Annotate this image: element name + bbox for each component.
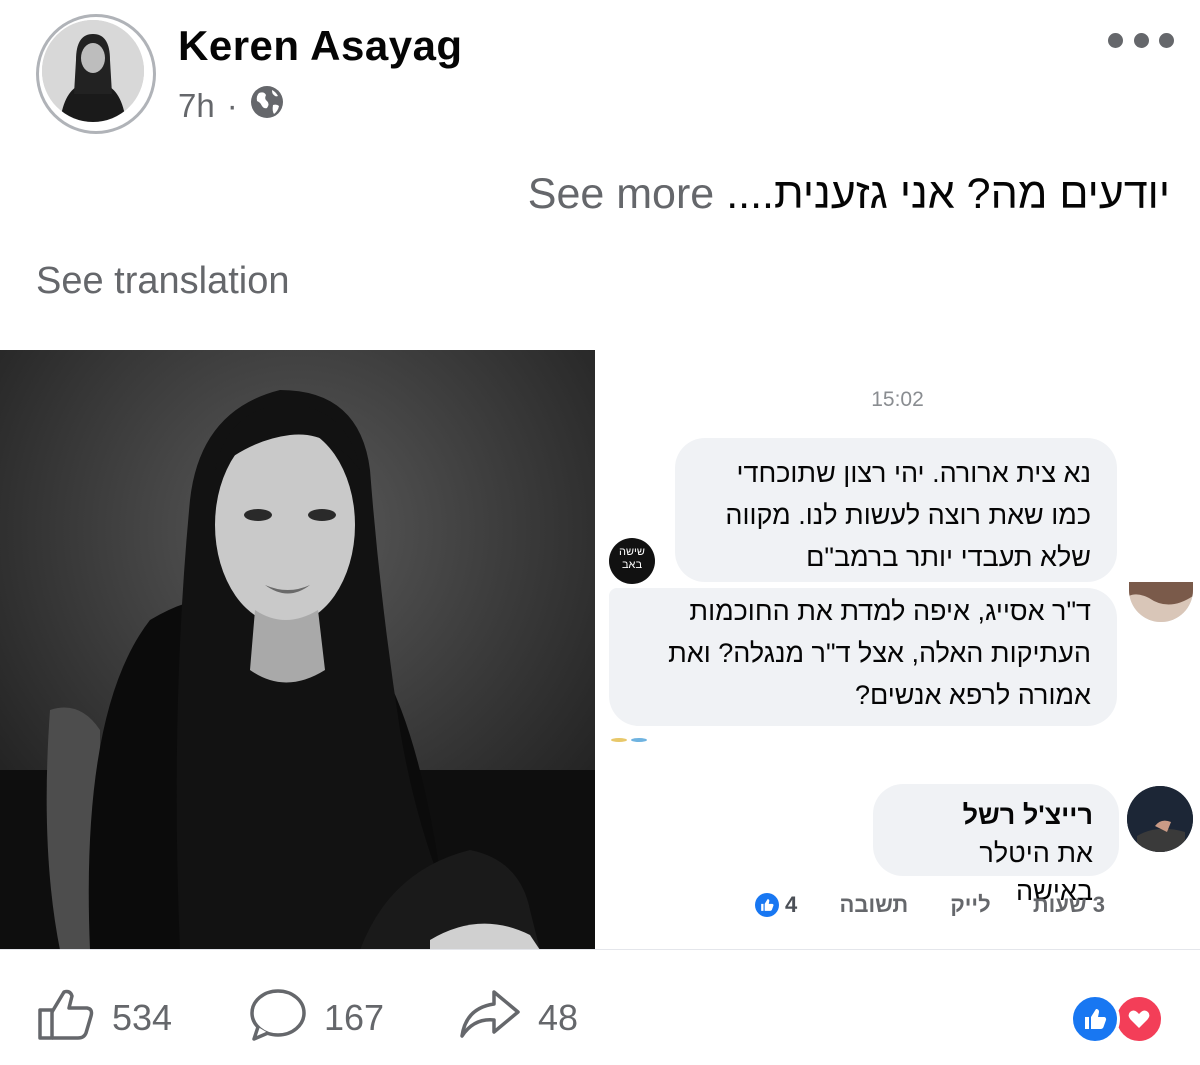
like-reaction-icon (1070, 994, 1120, 1044)
comment-time: 3 שעות (1032, 892, 1105, 917)
more-options-button[interactable] (1108, 22, 1174, 58)
comment-like-action: לייק (950, 892, 991, 917)
post-text: See more יודעים מה? אני גזענית.... (528, 170, 1170, 219)
post-body: יודעים מה? אני גזענית.... (726, 170, 1170, 218)
comment-button[interactable]: 167 (246, 988, 385, 1044)
comment-reaction-number: 4 (785, 892, 798, 917)
see-translation-link[interactable]: See translation (36, 260, 290, 303)
commenter-name: רייצ'ל רשל (962, 800, 1093, 830)
message-bubble: ד"ר אסייג, איפה למדת את החוכמות העתיקות … (609, 588, 1117, 726)
typing-indicator-icon (611, 738, 647, 742)
thumbs-up-icon (755, 893, 780, 917)
comment-reply-action: תשובה (839, 892, 909, 917)
embedded-screenshot: 15:02 נא צית ארורה. יהי רצון שתוכחדי כמו… (595, 350, 1200, 950)
post-meta: 7h · (178, 84, 284, 128)
meta-separator: · (226, 87, 238, 124)
footer-divider (0, 949, 1200, 950)
share-button[interactable]: 48 (458, 989, 579, 1044)
post-photo[interactable] (0, 350, 595, 950)
globe-icon (250, 85, 284, 127)
chat-timestamp: 15:02 (871, 388, 924, 411)
comment-reaction-count: 4 (755, 892, 797, 918)
reaction-summary[interactable] (1070, 994, 1168, 1044)
post-time[interactable]: 7h (178, 87, 215, 125)
comment-count: 167 (324, 997, 385, 1038)
profile-avatar[interactable] (36, 14, 156, 134)
dot-icon (1159, 32, 1174, 48)
comment-actions: 3 שעות לייק תשובה 4 (755, 890, 1105, 920)
comment-icon (246, 987, 308, 1050)
love-reaction-icon (1114, 994, 1164, 1044)
share-count: 48 (538, 997, 579, 1038)
author-name[interactable]: Keren Asayag (178, 22, 463, 70)
share-icon (458, 988, 522, 1049)
commenter-avatar (1129, 582, 1193, 622)
comment-bubble: רייצ'ל רשל את היטלר באישה (873, 784, 1119, 906)
see-more-link[interactable]: See more (528, 170, 714, 218)
like-count: 534 (112, 997, 173, 1038)
commenter-avatar (1127, 786, 1193, 852)
thumbs-up-icon (36, 986, 96, 1051)
message-bubble: נא צית ארורה. יהי רצון שתוכחדי כמו שאת ר… (675, 438, 1117, 582)
dot-icon (1133, 32, 1149, 48)
dot-icon (1108, 32, 1123, 48)
avatar-photo (42, 20, 144, 122)
like-button[interactable]: 534 (36, 989, 173, 1044)
sender-badge: שישה באב (609, 538, 655, 584)
